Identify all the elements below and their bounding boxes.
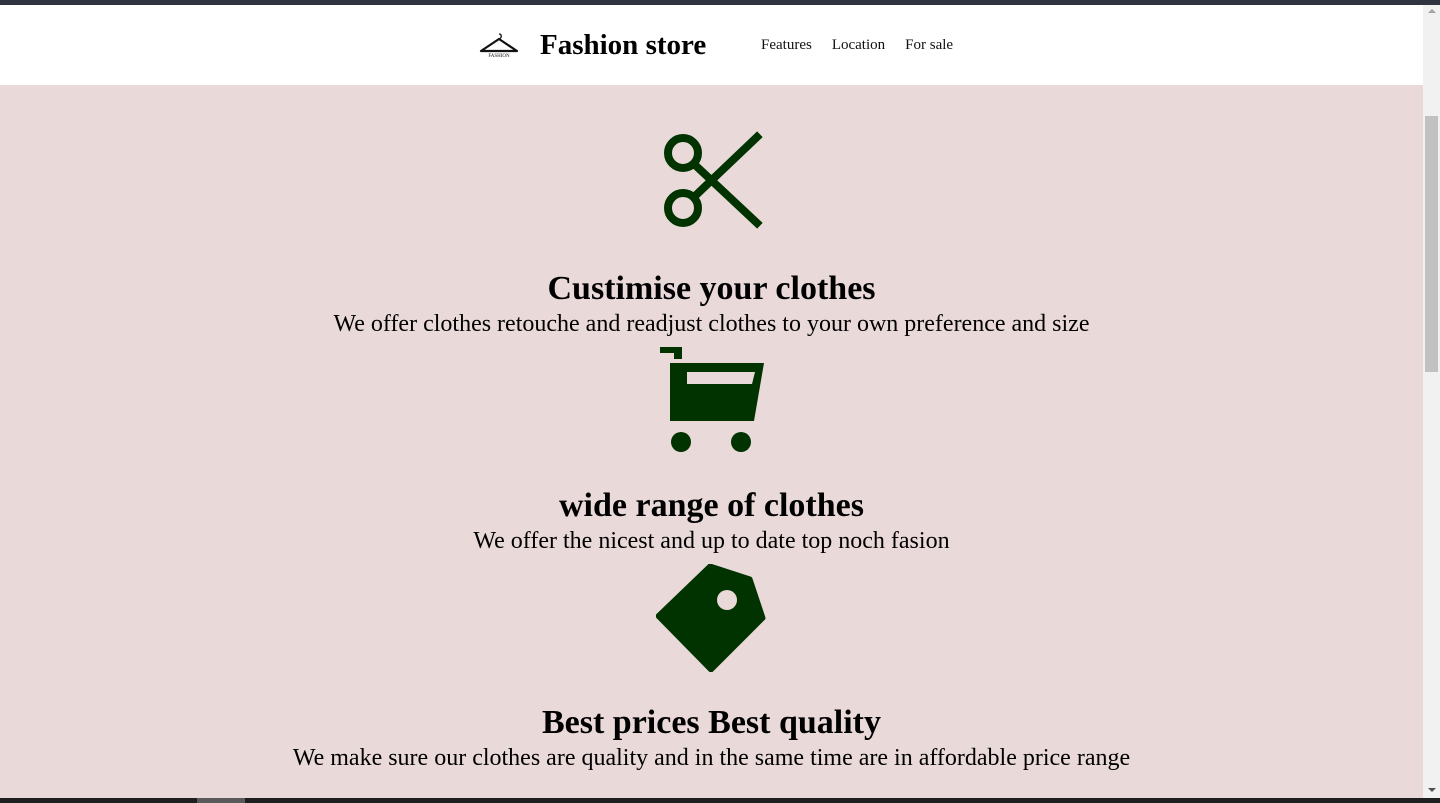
vertical-scrollbar-thumb[interactable]: [1425, 116, 1438, 372]
svg-text:FASHION: FASHION: [488, 54, 510, 59]
feature-desc-customise: We offer clothes retouche and readjust c…: [333, 311, 1090, 337]
feature-desc-prices: We make sure our clothes are quality and…: [292, 745, 1131, 771]
scroll-down-arrow-icon[interactable]: [1428, 788, 1436, 792]
features-section: Custimise your clothes We offer clothes …: [0, 85, 1423, 798]
feature-title-customise: Custimise your clothes: [547, 270, 876, 307]
scissors-icon: [656, 129, 766, 238]
brand-title: Fashion store: [540, 29, 707, 61]
scroll-up-arrow-icon[interactable]: [1428, 9, 1436, 13]
nav-link-location[interactable]: Location: [832, 35, 885, 55]
horizontal-scrollbar-thumb[interactable]: [197, 798, 245, 803]
main-nav: Features Location For sale: [761, 35, 953, 55]
nav-link-for-sale[interactable]: For sale: [905, 35, 953, 55]
feature-desc-range: We offer the nicest and up to date top n…: [473, 528, 950, 554]
hanger-logo-icon[interactable]: FASHION: [478, 31, 520, 59]
shopping-cart-icon: [656, 345, 770, 460]
feature-title-prices: Best prices Best quality: [541, 704, 882, 741]
price-tag-icon: [655, 563, 766, 677]
nav-link-features[interactable]: Features: [761, 35, 812, 55]
site-header: FASHION Fashion store Features Location …: [0, 5, 1423, 85]
feature-title-range: wide range of clothes: [558, 487, 864, 524]
